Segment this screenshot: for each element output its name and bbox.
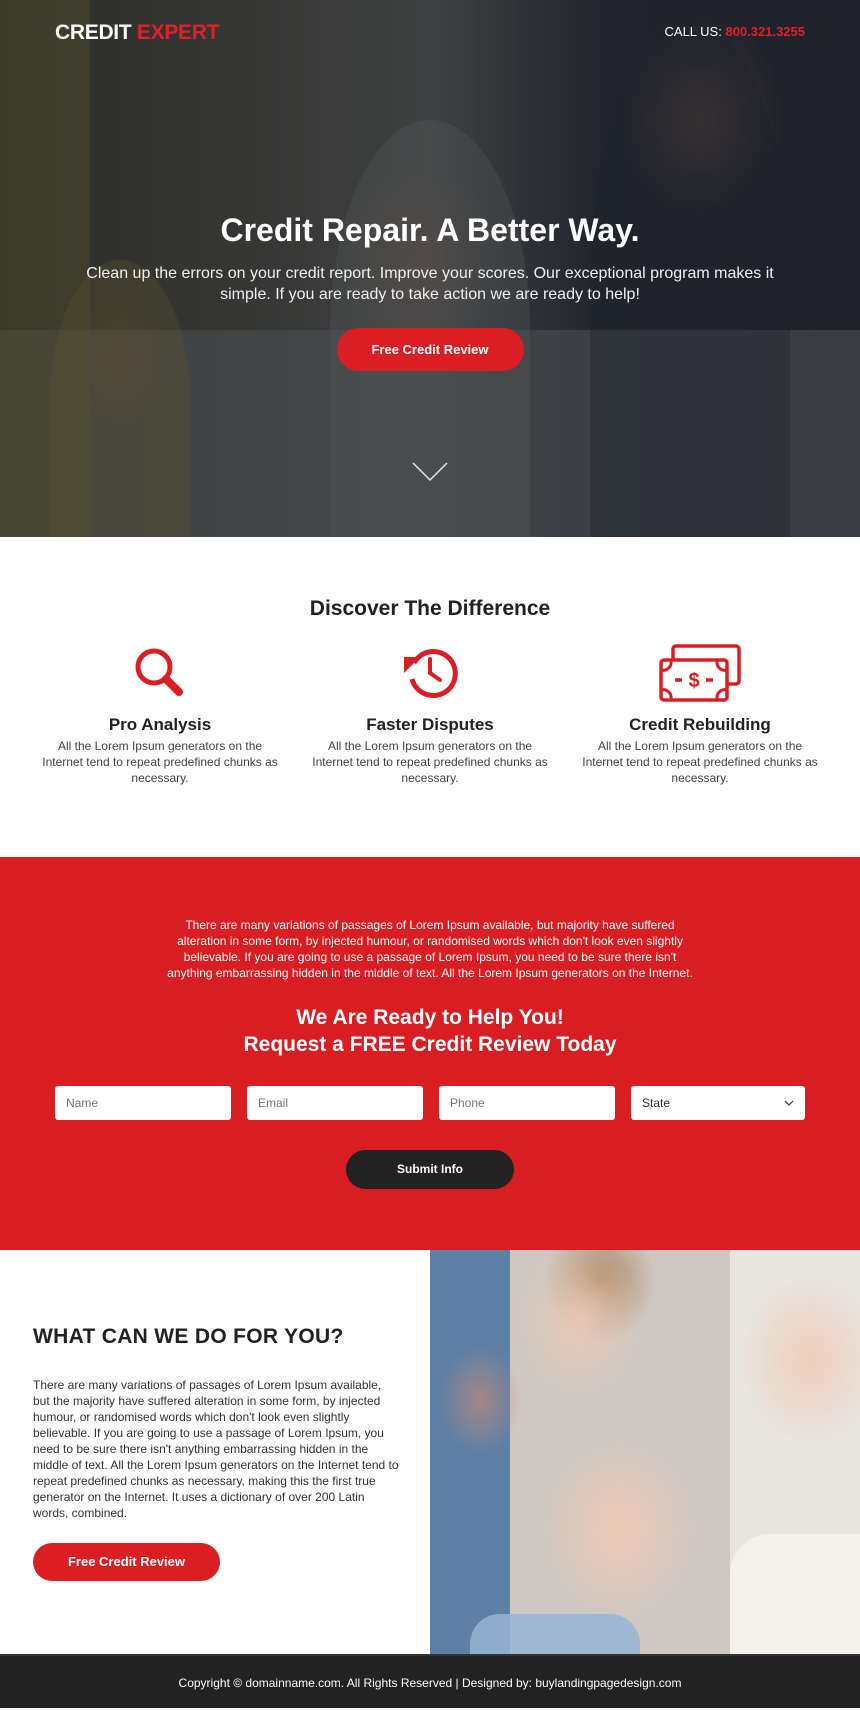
feature-title: Credit Rebuilding (629, 715, 771, 734)
feature-text: All the Lorem Ipsum generators on the In… (42, 739, 278, 785)
features-list: Pro Analysis All the Lorem Ipsum generat… (0, 643, 860, 786)
lead-form-title: We Are Ready to Help You! Request a FREE… (0, 1004, 860, 1058)
history-clock-icon (310, 643, 550, 703)
what-we-do-text: There are many variations of passages of… (33, 1378, 399, 1520)
phone-input[interactable] (439, 1086, 615, 1120)
feature-title: Faster Disputes (366, 715, 494, 734)
email-input[interactable] (247, 1086, 423, 1120)
feature-item: Pro Analysis All the Lorem Ipsum generat… (40, 643, 280, 786)
footer: Copyright © domainname.com. All Rights R… (0, 1654, 860, 1708)
logo[interactable]: CREDIT EXPERT (55, 21, 219, 45)
free-credit-review-button[interactable]: Free Credit Review (336, 328, 524, 371)
what-we-do-content: WHAT CAN WE DO FOR YOU? There are many v… (0, 1250, 430, 1654)
call-us: CALL US: 800.321.3255 (665, 24, 805, 39)
lead-form-section: There are many variations of passages of… (0, 857, 860, 1250)
logo-text-accent: EXPERT (136, 21, 220, 44)
family-photo (430, 1250, 860, 1654)
free-credit-review-button[interactable]: Free Credit Review (33, 1543, 220, 1581)
call-label: CALL US: (664, 24, 722, 39)
what-we-do-title: WHAT CAN WE DO FOR YOU? (33, 1325, 344, 1348)
feature-title: Pro Analysis (108, 715, 212, 734)
submit-info-button[interactable]: Submit Info (346, 1150, 514, 1189)
footer-copyright: Copyright © domainname.com. All Rights R… (178, 1676, 682, 1690)
hero-title: Credit Repair. A Better Way. (220, 212, 640, 248)
hero-section: CREDIT EXPERT CALL US: 800.321.3255 Cred… (0, 0, 860, 537)
feature-text: All the Lorem Ipsum generators on the In… (312, 739, 548, 785)
photo-detail (730, 1534, 860, 1654)
discover-section: Discover The Difference Pro Analysis All… (0, 537, 860, 857)
lead-form-title-line1: We Are Ready to Help You! (296, 1006, 564, 1029)
lead-form: State (0, 1086, 860, 1120)
magnifier-icon (40, 643, 280, 703)
feature-item: $ Credit Rebuilding All the Lorem Ipsum … (580, 643, 820, 786)
top-bar: CREDIT EXPERT CALL US: 800.321.3255 (0, 0, 860, 64)
hero-subtitle: Clean up the errors on your credit repor… (86, 265, 774, 303)
section-title: Discover The Difference (309, 597, 551, 620)
chevron-down-icon[interactable] (412, 462, 448, 482)
photo-detail (470, 1614, 640, 1654)
lead-form-title-line2: Request a FREE Credit Review Today (243, 1033, 617, 1056)
feature-item: Faster Disputes All the Lorem Ipsum gene… (310, 643, 550, 786)
chevron-down-icon (784, 1100, 794, 1106)
lead-form-intro: There are many variations of passages of… (167, 918, 693, 980)
hero-content: Credit Repair. A Better Way. Clean up th… (0, 212, 860, 371)
state-select-value: State (642, 1096, 671, 1110)
logo-text-primary: CREDIT (55, 21, 132, 44)
money-bills-icon: $ (580, 643, 820, 703)
name-input[interactable] (55, 1086, 231, 1120)
feature-text: All the Lorem Ipsum generators on the In… (582, 739, 818, 785)
svg-text:$: $ (688, 670, 699, 692)
what-we-do-section: WHAT CAN WE DO FOR YOU? There are many v… (0, 1250, 860, 1654)
phone-number-link[interactable]: 800.321.3255 (725, 24, 805, 39)
state-select[interactable]: State (631, 1086, 805, 1120)
